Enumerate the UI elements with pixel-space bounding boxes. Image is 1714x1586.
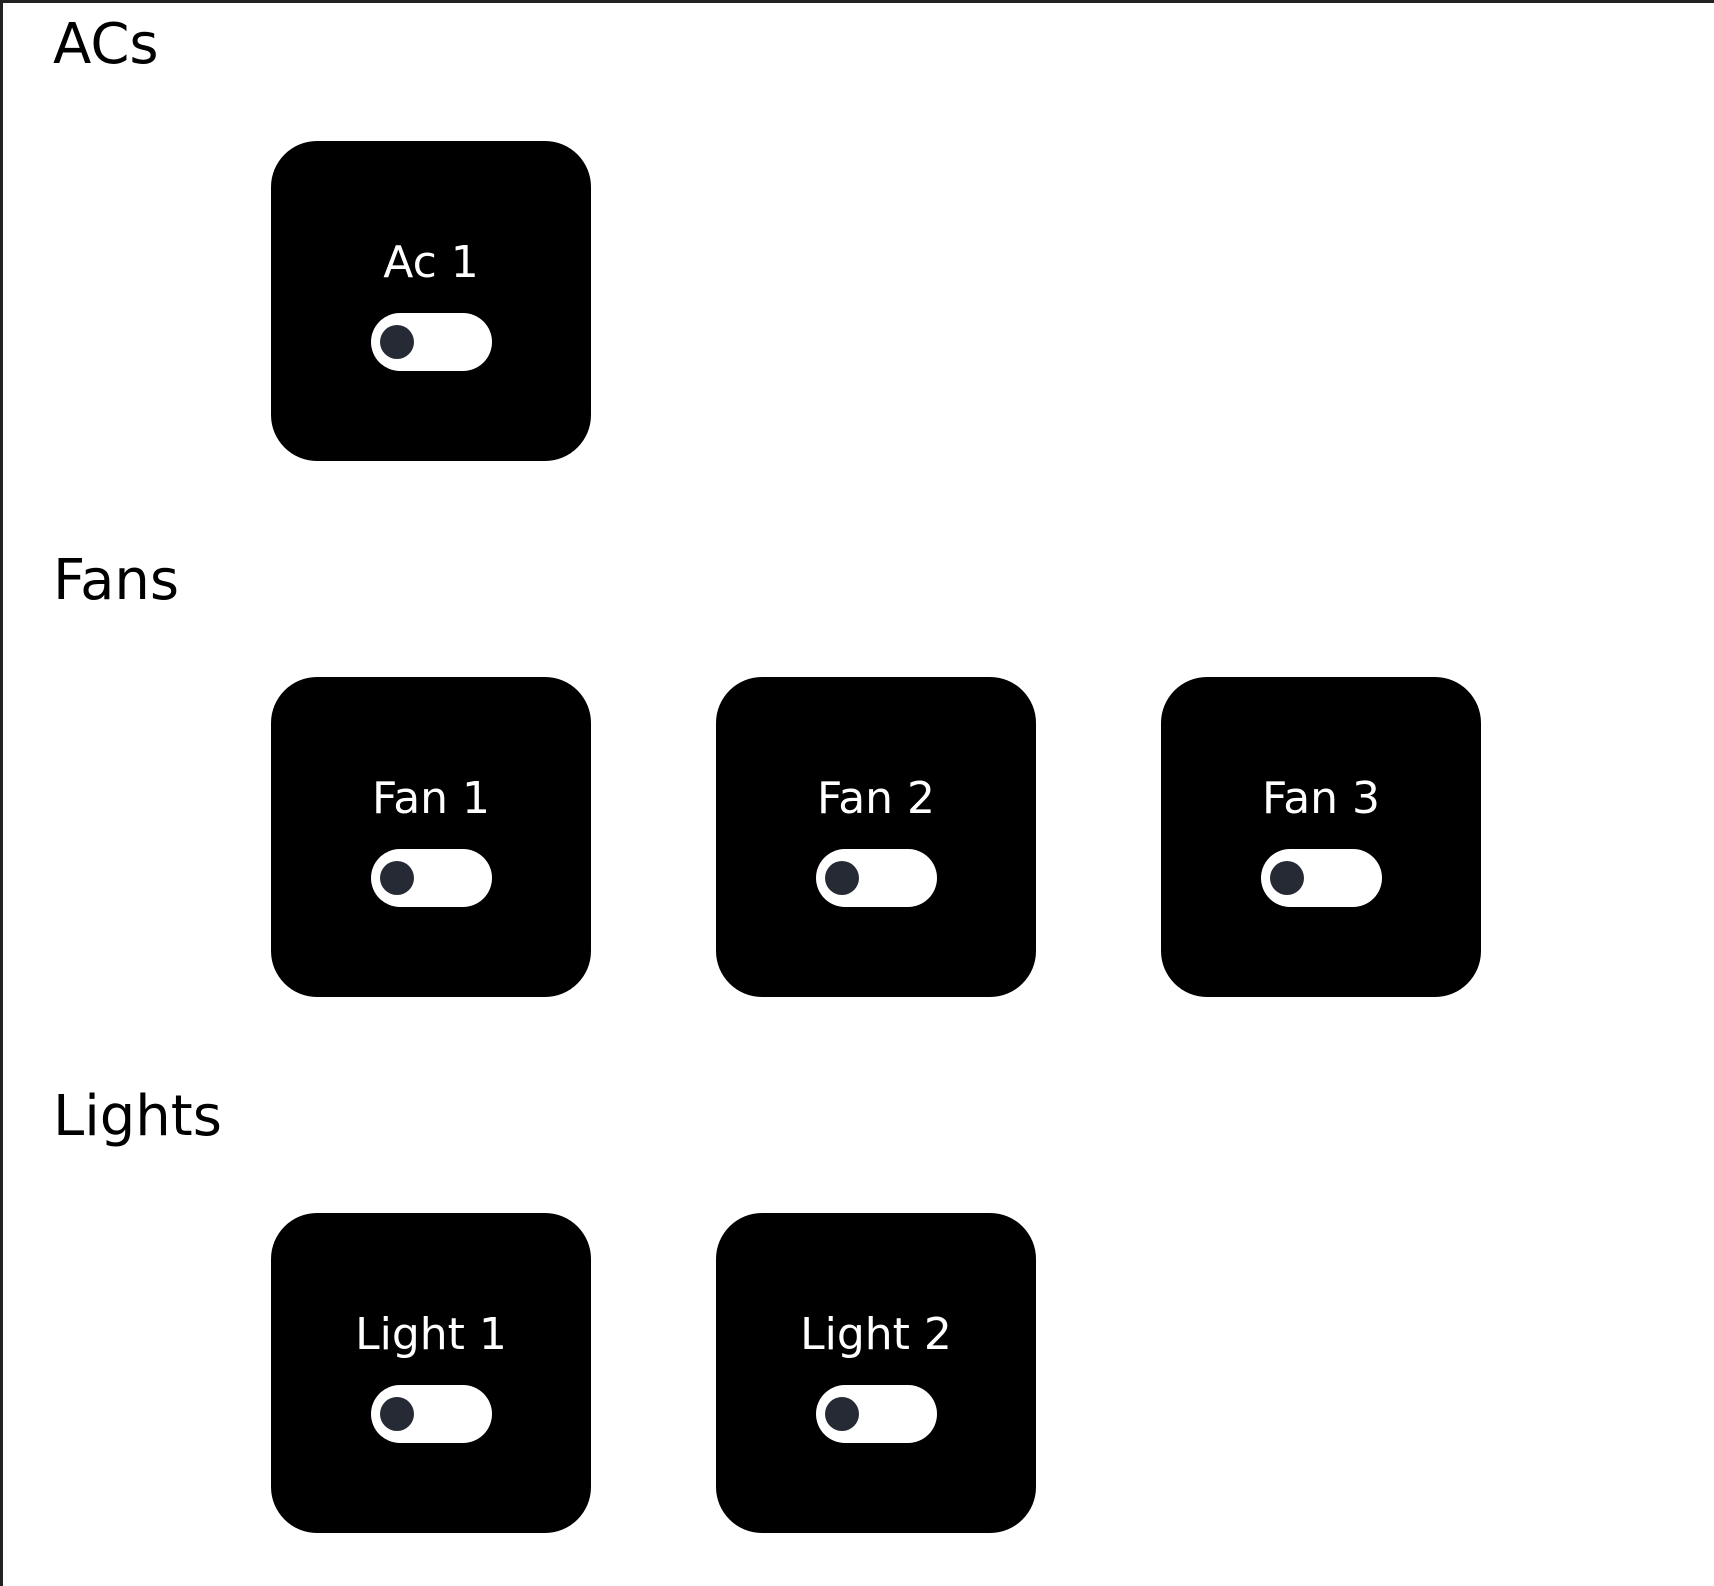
toggle-knob xyxy=(380,325,414,359)
device-card-fan-1: Fan 1 xyxy=(271,677,591,997)
device-name: Fan 2 xyxy=(816,773,936,824)
toggle-knob xyxy=(825,1397,859,1431)
power-toggle[interactable] xyxy=(371,1385,492,1443)
device-card-fan-2: Fan 2 xyxy=(716,677,1036,997)
toggle-knob xyxy=(380,861,414,895)
device-card-light-2: Light 2 xyxy=(716,1213,1036,1533)
device-card-ac-1: Ac 1 xyxy=(271,141,591,461)
device-card-light-1: Light 1 xyxy=(271,1213,591,1533)
power-toggle[interactable] xyxy=(1261,849,1382,907)
section-title-lights: Lights xyxy=(53,1084,222,1149)
device-name: Ac 1 xyxy=(383,237,479,288)
device-name: Light 1 xyxy=(355,1309,507,1360)
toggle-knob xyxy=(825,861,859,895)
power-toggle[interactable] xyxy=(371,849,492,907)
section-title-fans: Fans xyxy=(53,548,180,613)
power-toggle[interactable] xyxy=(371,313,492,371)
power-toggle[interactable] xyxy=(816,849,937,907)
toggle-knob xyxy=(380,1397,414,1431)
power-toggle[interactable] xyxy=(816,1385,937,1443)
device-name: Fan 3 xyxy=(1261,773,1381,824)
device-name: Light 2 xyxy=(800,1309,952,1360)
section-title-acs: ACs xyxy=(53,12,159,77)
toggle-knob xyxy=(1270,861,1304,895)
device-name: Fan 1 xyxy=(371,773,491,824)
dashboard-page: ACs Ac 1 Fans Fan 1 Fan 2 Fan 3 Lights L… xyxy=(0,0,1714,1586)
device-card-fan-3: Fan 3 xyxy=(1161,677,1481,997)
